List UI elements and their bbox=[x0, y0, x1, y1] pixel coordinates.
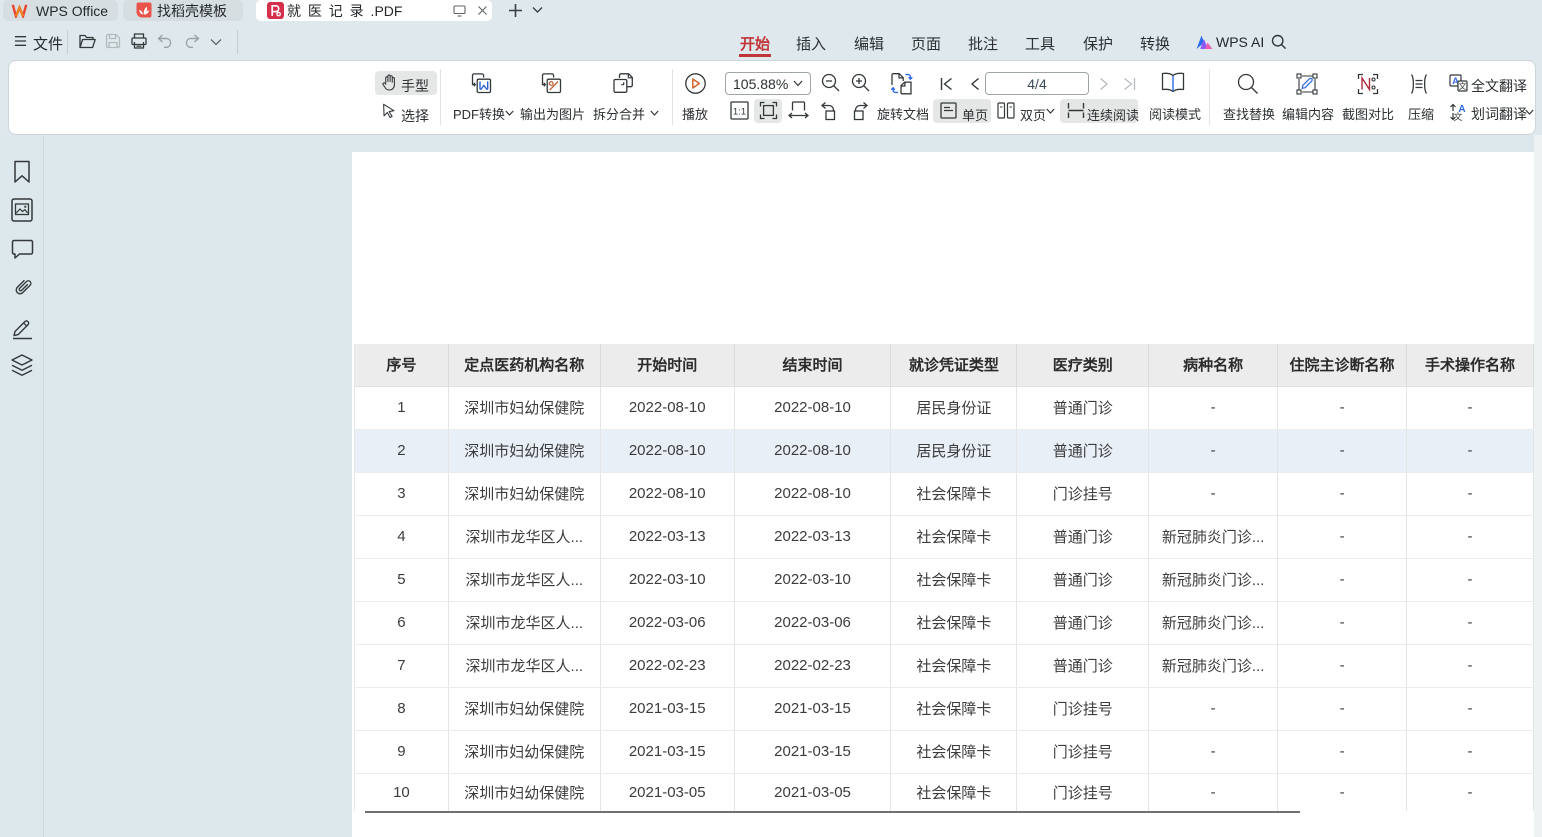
svg-text:1:1: 1:1 bbox=[733, 107, 746, 118]
svg-text:文: 文 bbox=[1453, 111, 1462, 122]
svg-text:文: 文 bbox=[1459, 81, 1467, 91]
